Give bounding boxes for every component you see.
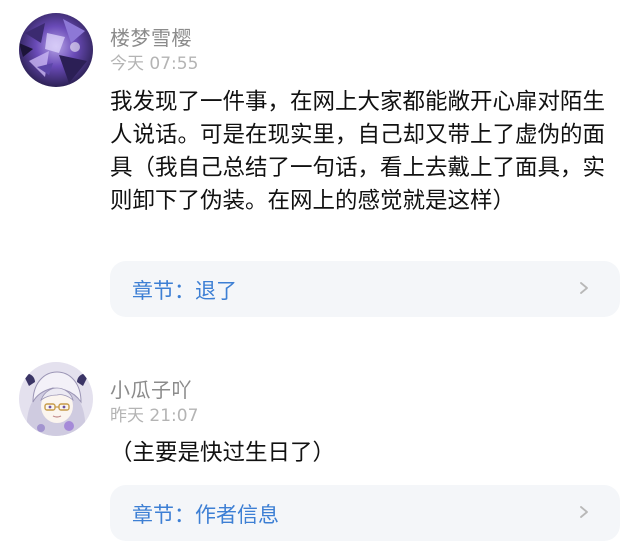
- username[interactable]: 小瓜子吖: [110, 374, 192, 403]
- user-avatar[interactable]: [19, 362, 93, 436]
- comment-text: （主要是快过生日了）: [110, 440, 336, 466]
- comment-time: 昨天 21:07: [110, 406, 199, 426]
- chapter-label: 章节：作者信息: [132, 503, 279, 527]
- chapter-link-card[interactable]: 章节：作者信息: [110, 485, 620, 541]
- chevron-right-icon: [580, 506, 588, 518]
- comment-item: 小瓜子吖 昨天 21:07 （主要是快过生日了） 章节：作者信息: [0, 0, 640, 553]
- comment-feed: 楼梦雪樱 今天 07:55 我发现了一件事，在网上大家都能敞开心扉对陌生人说话。…: [0, 0, 640, 553]
- avatar-image: [19, 362, 93, 436]
